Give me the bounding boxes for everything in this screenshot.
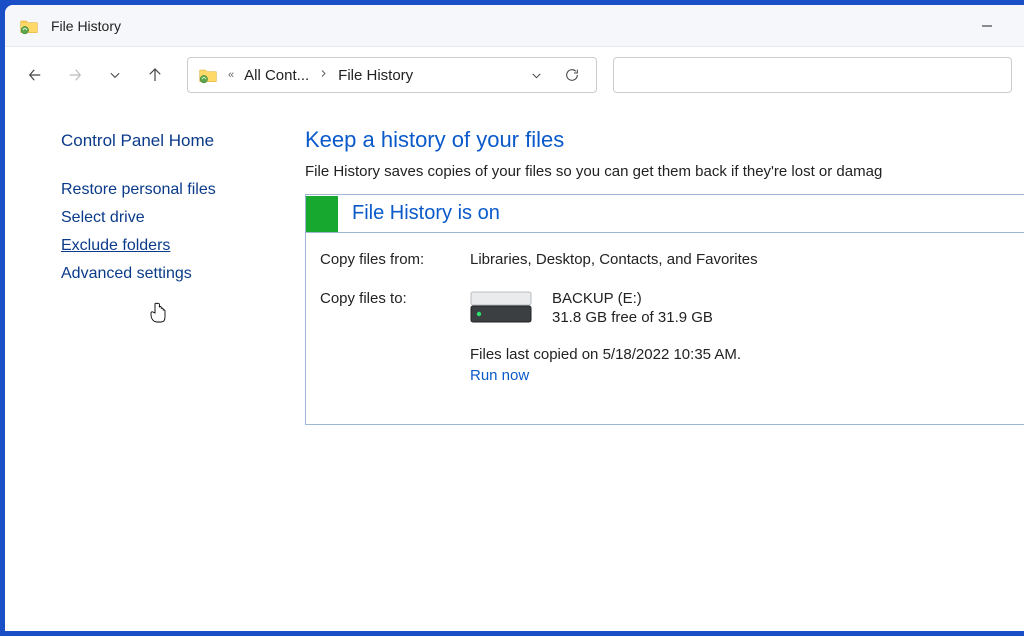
recent-dropdown[interactable] — [97, 57, 133, 93]
main-panel: Keep a history of your files File Histor… — [305, 103, 1024, 631]
forward-button[interactable] — [57, 57, 93, 93]
sidebar-advanced[interactable]: Advanced settings — [61, 265, 305, 283]
run-now-link[interactable]: Run now — [470, 367, 529, 384]
copy-to-row: Copy files to: — [320, 290, 1024, 384]
status-panel: File History is on Copy files from: Libr… — [305, 194, 1024, 425]
drive-icon — [470, 290, 532, 326]
chevron-left-icon: « — [226, 69, 236, 81]
status-indicator-icon — [306, 196, 338, 232]
copy-from-row: Copy files from: Libraries, Desktop, Con… — [320, 251, 1024, 268]
drive-name: BACKUP (E:) — [552, 290, 713, 307]
sidebar-exclude-folders[interactable]: Exclude folders — [61, 237, 305, 255]
minimize-button[interactable] — [964, 5, 1010, 46]
sidebar-select-drive[interactable]: Select drive — [61, 209, 305, 227]
sidebar-restore[interactable]: Restore personal files — [61, 181, 305, 199]
copy-to-label: Copy files to: — [320, 290, 470, 384]
cursor-icon — [148, 302, 168, 324]
titlebar: File History — [5, 5, 1024, 47]
window-title: File History — [51, 18, 964, 34]
sidebar: Control Panel Home Restore personal file… — [5, 103, 305, 631]
content: Control Panel Home Restore personal file… — [5, 103, 1024, 631]
status-header: File History is on — [306, 195, 1024, 233]
breadcrumb-1[interactable]: All Cont... — [244, 67, 309, 84]
window-controls — [964, 5, 1010, 46]
app-icon — [19, 16, 39, 36]
sidebar-home[interactable]: Control Panel Home — [61, 131, 305, 151]
copy-from-value: Libraries, Desktop, Contacts, and Favori… — [470, 251, 1024, 268]
navbar: « All Cont... File History — [5, 47, 1024, 103]
chevron-right-icon — [317, 69, 330, 81]
copy-to-value: BACKUP (E:) 31.8 GB free of 31.9 GB File… — [470, 290, 1024, 384]
address-icon — [198, 65, 218, 85]
back-button[interactable] — [17, 57, 53, 93]
page-heading: Keep a history of your files — [305, 127, 1024, 153]
last-copied: Files last copied on 5/18/2022 10:35 AM. — [470, 346, 1024, 363]
status-text: File History is on — [352, 202, 500, 225]
search-input[interactable] — [613, 57, 1012, 93]
address-bar[interactable]: « All Cont... File History — [187, 57, 597, 93]
breadcrumb-2[interactable]: File History — [338, 67, 413, 84]
up-button[interactable] — [137, 57, 173, 93]
address-dropdown[interactable] — [522, 61, 550, 89]
panel-body: Copy files from: Libraries, Desktop, Con… — [306, 233, 1024, 424]
page-lead: File History saves copies of your files … — [305, 163, 1024, 180]
drive-free: 31.8 GB free of 31.9 GB — [552, 309, 713, 326]
refresh-button[interactable] — [558, 61, 586, 89]
copy-from-label: Copy files from: — [320, 251, 470, 268]
